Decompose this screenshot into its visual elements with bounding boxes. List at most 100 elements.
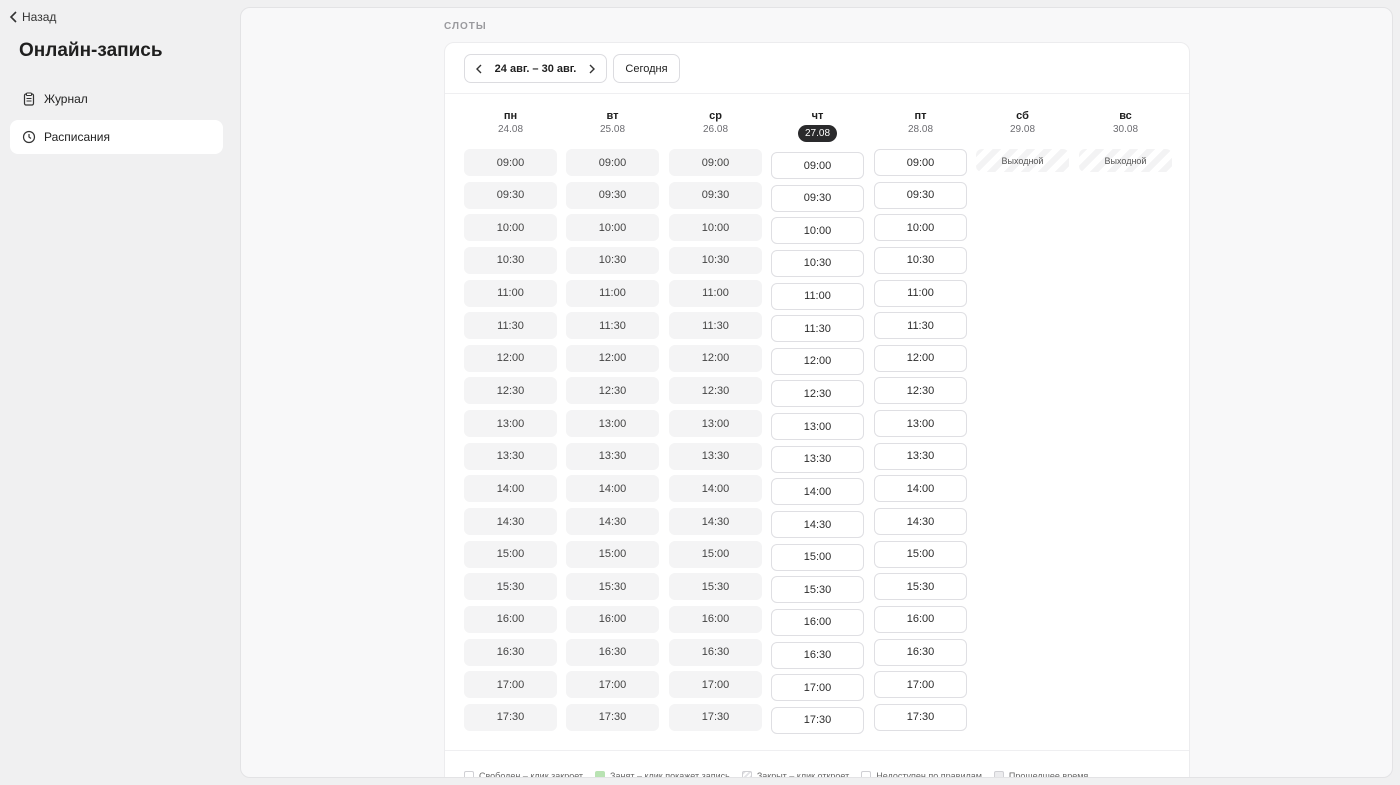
time-slot[interactable]: 13:00 [771, 413, 864, 441]
time-slot[interactable]: 14:00 [669, 475, 762, 503]
time-slot[interactable]: 09:00 [874, 149, 967, 176]
time-slot[interactable]: 13:30 [464, 442, 557, 470]
time-slot[interactable]: 09:00 [566, 149, 659, 176]
time-slot[interactable]: 09:30 [464, 181, 557, 209]
time-slot[interactable]: 15:00 [669, 540, 762, 568]
time-slot[interactable]: 10:30 [464, 246, 557, 274]
time-slot[interactable]: 17:30 [771, 706, 864, 734]
time-slot[interactable]: 12:00 [669, 344, 762, 372]
time-slot[interactable]: 11:00 [464, 279, 557, 307]
time-slot[interactable]: 12:00 [874, 344, 967, 372]
time-slot[interactable]: 13:00 [874, 410, 967, 438]
time-slot[interactable]: 16:00 [874, 605, 967, 633]
next-week-button[interactable] [585, 62, 599, 76]
time-slot[interactable]: 09:00 [669, 149, 762, 176]
time-slot[interactable]: 14:00 [464, 475, 557, 503]
time-slot[interactable]: 17:30 [669, 703, 762, 731]
time-slot[interactable]: 15:30 [771, 576, 864, 604]
time-slot[interactable]: 12:30 [566, 377, 659, 405]
time-slot[interactable]: 15:00 [566, 540, 659, 568]
time-slot[interactable]: 17:30 [874, 703, 967, 731]
time-slot[interactable]: 11:30 [771, 315, 864, 343]
time-slot[interactable]: 16:30 [874, 638, 967, 666]
time-slot[interactable]: 13:30 [874, 442, 967, 470]
time-slot[interactable]: 14:30 [669, 508, 762, 536]
time-slot[interactable]: 14:00 [566, 475, 659, 503]
back-button[interactable]: Назад [9, 10, 56, 24]
time-slot[interactable]: 16:30 [669, 638, 762, 666]
time-slot[interactable]: 15:30 [566, 573, 659, 601]
time-slot[interactable]: 12:00 [566, 344, 659, 372]
time-slot[interactable]: 10:30 [669, 246, 762, 274]
legend-label: Недоступен по правилам [876, 771, 982, 778]
sidebar-item-schedules[interactable]: Расписания [10, 120, 223, 154]
time-slot[interactable]: 15:00 [771, 543, 864, 571]
time-slot[interactable]: 17:00 [874, 671, 967, 699]
today-button[interactable]: Сегодня [613, 54, 680, 83]
time-slot[interactable]: 16:30 [771, 641, 864, 669]
sidebar-item-journal[interactable]: Журнал [10, 82, 223, 116]
time-slot[interactable]: 11:00 [669, 279, 762, 307]
time-slot[interactable]: 10:30 [566, 246, 659, 274]
time-slot[interactable]: 16:00 [566, 605, 659, 633]
time-slot[interactable]: 13:00 [669, 410, 762, 438]
time-slot[interactable]: 13:30 [669, 442, 762, 470]
time-slot[interactable]: 10:30 [771, 249, 864, 277]
time-slot[interactable]: 11:30 [464, 312, 557, 340]
time-slot[interactable]: 17:30 [464, 703, 557, 731]
time-slot[interactable]: 16:30 [566, 638, 659, 666]
time-slot[interactable]: 12:30 [464, 377, 557, 405]
time-slot[interactable]: 14:30 [566, 508, 659, 536]
time-slot[interactable]: 09:30 [669, 181, 762, 209]
time-slot[interactable]: 11:30 [566, 312, 659, 340]
day-column: ср 26.08 09:00 09:30 10:00 10:30 11:00 11:30 12:… [669, 109, 762, 731]
time-slot[interactable]: 13:30 [771, 445, 864, 473]
time-slot[interactable]: 12:00 [464, 344, 557, 372]
time-slot[interactable]: 09:00 [464, 149, 557, 176]
main-panel: СЛОТЫ 24 авг. – 30 авг. Сегодня пн 24.08 0… [240, 7, 1393, 778]
time-slot[interactable]: 16:30 [464, 638, 557, 666]
time-slot[interactable]: 16:00 [464, 605, 557, 633]
time-slot[interactable]: 11:30 [874, 312, 967, 340]
time-slot[interactable]: 17:00 [669, 671, 762, 699]
time-slot[interactable]: 11:30 [669, 312, 762, 340]
legend-label: Занят – клик покажет запись [610, 771, 730, 778]
time-slot[interactable]: 10:00 [464, 214, 557, 242]
prev-week-button[interactable] [472, 62, 486, 76]
time-slot[interactable]: 15:00 [464, 540, 557, 568]
time-slot[interactable]: 12:00 [771, 347, 864, 375]
time-slot[interactable]: 16:00 [771, 608, 864, 636]
time-slot[interactable]: 11:00 [771, 282, 864, 310]
time-slot[interactable]: 13:00 [464, 410, 557, 438]
time-slot[interactable]: 13:30 [566, 442, 659, 470]
time-slot[interactable]: 14:30 [771, 511, 864, 539]
time-slot[interactable]: 09:30 [566, 181, 659, 209]
time-slot[interactable]: 15:30 [669, 573, 762, 601]
time-slot[interactable]: 14:30 [874, 508, 967, 536]
time-slot[interactable]: 10:00 [566, 214, 659, 242]
time-slot[interactable]: 15:00 [874, 540, 967, 568]
time-slot[interactable]: 12:30 [771, 380, 864, 408]
time-slot[interactable]: 11:00 [874, 279, 967, 307]
time-slot[interactable]: 12:30 [669, 377, 762, 405]
time-slot[interactable]: 10:00 [669, 214, 762, 242]
time-slot[interactable]: 17:00 [464, 671, 557, 699]
time-slot[interactable]: 17:00 [566, 671, 659, 699]
time-slot[interactable]: 10:00 [874, 214, 967, 242]
time-slot[interactable]: 12:30 [874, 377, 967, 405]
time-slot[interactable]: 11:00 [566, 279, 659, 307]
time-slot[interactable]: 14:00 [771, 478, 864, 506]
time-slot[interactable]: 14:00 [874, 475, 967, 503]
time-slot[interactable]: 09:00 [771, 152, 864, 179]
time-slot[interactable]: 13:00 [566, 410, 659, 438]
time-slot[interactable]: 09:30 [771, 184, 864, 212]
time-slot[interactable]: 15:30 [874, 573, 967, 601]
time-slot[interactable]: 09:30 [874, 181, 967, 209]
time-slot[interactable]: 10:30 [874, 246, 967, 274]
time-slot[interactable]: 17:30 [566, 703, 659, 731]
time-slot[interactable]: 15:30 [464, 573, 557, 601]
time-slot[interactable]: 16:00 [669, 605, 762, 633]
time-slot[interactable]: 17:00 [771, 674, 864, 702]
time-slot[interactable]: 14:30 [464, 508, 557, 536]
time-slot[interactable]: 10:00 [771, 217, 864, 245]
